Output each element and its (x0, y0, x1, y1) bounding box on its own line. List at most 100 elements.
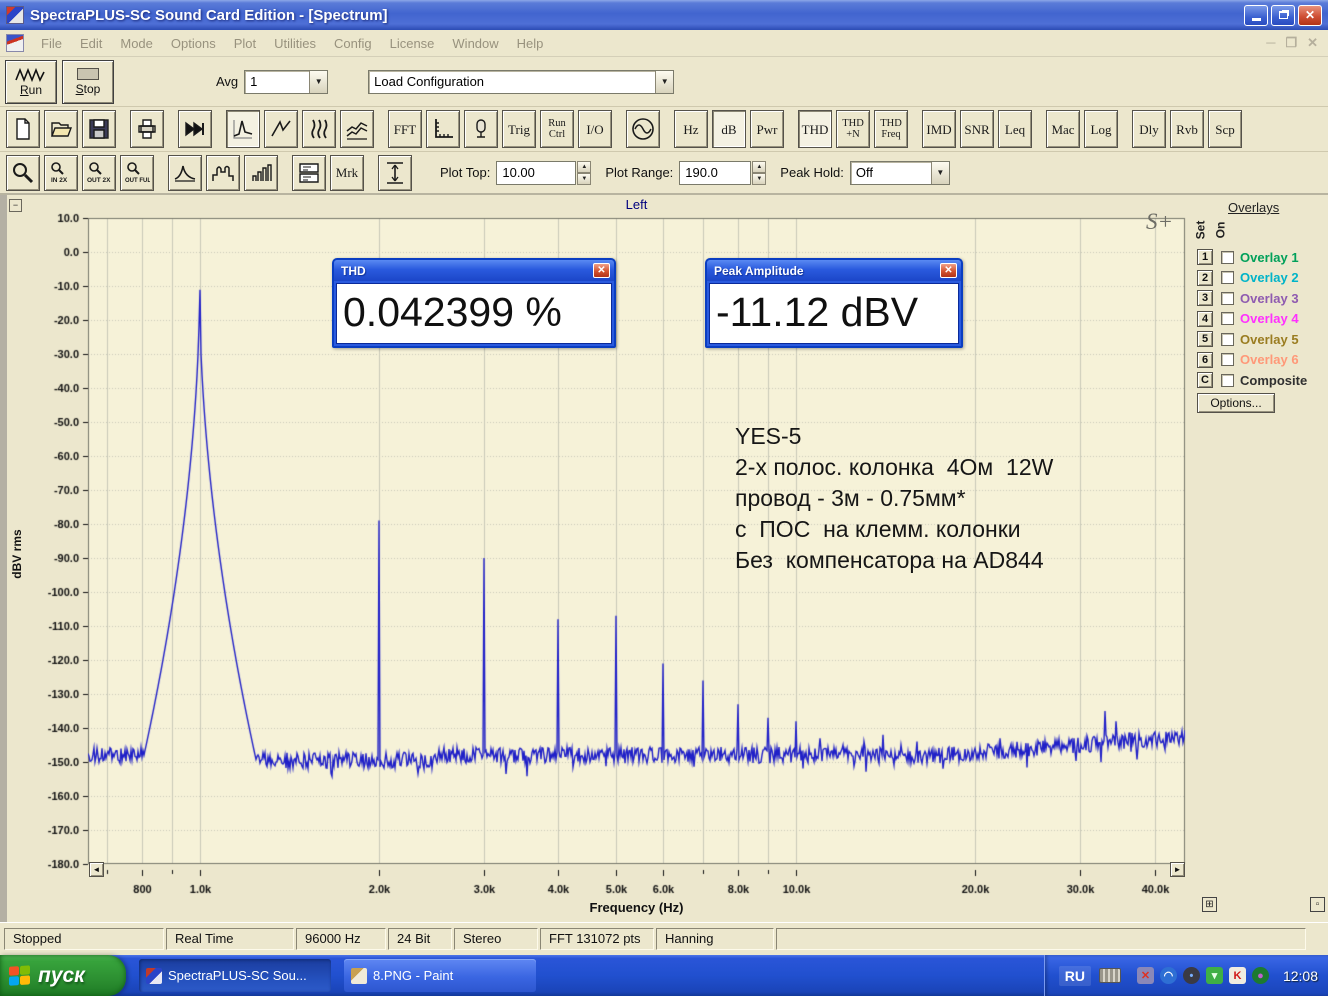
thd-window-titlebar[interactable]: THD ✕ (334, 260, 614, 281)
reverb-button[interactable]: Rvb (1170, 110, 1204, 148)
menu-item-window[interactable]: Window (443, 32, 507, 55)
plot-range-input[interactable]: 190.0 (679, 160, 752, 185)
menu-item-license[interactable]: License (381, 32, 444, 55)
waveform-view-button[interactable] (264, 110, 298, 148)
menu-item-config[interactable]: Config (325, 32, 381, 55)
scaling-button[interactable] (426, 110, 460, 148)
new-file-button[interactable] (6, 110, 40, 148)
log-button[interactable]: Log (1084, 110, 1118, 148)
close-icon[interactable]: ✕ (940, 263, 957, 278)
surface-view-button[interactable] (340, 110, 374, 148)
tray-kaspersky-icon[interactable]: K (1228, 967, 1246, 984)
overlay-on-checkbox-4[interactable] (1221, 312, 1234, 325)
save-button[interactable] (82, 110, 116, 148)
menu-item-edit[interactable]: Edit (71, 32, 111, 55)
overlay-on-checkbox-C[interactable] (1221, 373, 1234, 387)
speed-button[interactable] (178, 110, 212, 148)
signal-generator-button[interactable] (626, 110, 660, 148)
thd-button[interactable]: THD (798, 110, 832, 148)
run-button[interactable]: Run (5, 59, 57, 104)
chevron-down-icon[interactable]: ▼ (309, 70, 328, 93)
language-indicator[interactable]: RU (1058, 965, 1091, 986)
taskbar-task-2[interactable]: 8.PNG - Paint (344, 959, 536, 992)
macro-button[interactable]: Mac (1046, 110, 1080, 148)
menu-item-utilities[interactable]: Utilities (265, 32, 325, 55)
mdi-restore-icon[interactable]: ❐ (1285, 35, 1297, 51)
peak-hold-select[interactable]: Off ▼ (849, 160, 950, 185)
thd-n-button[interactable]: THD +N (836, 110, 870, 148)
restore-button[interactable] (1271, 4, 1295, 26)
minimize-button[interactable] (1244, 4, 1268, 26)
overlay-set-button-2[interactable]: 2 (1197, 269, 1213, 286)
overlay-on-checkbox-5[interactable] (1221, 332, 1234, 346)
tray-update-icon[interactable]: ▾ (1205, 967, 1223, 984)
zoom-button[interactable] (6, 154, 40, 191)
overlay-on-checkbox-3[interactable] (1221, 291, 1234, 305)
start-button[interactable]: пуск (0, 955, 126, 996)
tray-monitor-icon[interactable]: ● (1251, 967, 1269, 984)
thd-freq-button[interactable]: THD Freq (874, 110, 908, 148)
open-file-button[interactable] (44, 110, 78, 148)
menu-item-mode[interactable]: Mode (111, 32, 162, 55)
avg-select[interactable]: 1 ▼ (244, 69, 329, 94)
scope-button[interactable]: Scp (1208, 110, 1242, 148)
io-device-button[interactable]: I/O (578, 110, 612, 148)
range-cursor-button[interactable] (378, 154, 412, 191)
keyboard-icon[interactable] (1098, 968, 1121, 983)
hz-button[interactable]: Hz (674, 110, 708, 148)
overlay-set-button-4[interactable]: 4 (1197, 310, 1213, 327)
tray-network-error-icon[interactable]: ✕ (1136, 967, 1154, 984)
plot-range-stepper[interactable]: ▲ ▼ (752, 160, 767, 185)
overlay-set-button-3[interactable]: 3 (1197, 290, 1213, 306)
scroll-right-button[interactable]: ► (1170, 862, 1185, 877)
overlay-on-checkbox-1[interactable] (1221, 250, 1234, 264)
zoom-in-2x-button[interactable]: IN 2X (44, 154, 78, 191)
zoom-out-2x-button[interactable]: OUT 2X (82, 154, 116, 191)
plot-top-stepper[interactable]: ▲ ▼ (577, 160, 592, 185)
marker-button[interactable]: Mrk (330, 154, 364, 191)
spectrogram-view-button[interactable] (302, 110, 336, 148)
tray-volume-icon[interactable]: • (1182, 967, 1200, 984)
mdi-minimize-icon[interactable]: ─ (1266, 35, 1275, 51)
overlay-options-button[interactable]: Options... (1197, 393, 1275, 413)
pwr-button[interactable]: Pwr (750, 110, 784, 148)
overlay-set-button-5[interactable]: 5 (1197, 331, 1213, 347)
menu-item-options[interactable]: Options (162, 32, 225, 55)
overlay-set-button-1[interactable]: 1 (1197, 249, 1213, 265)
print-button[interactable] (130, 110, 164, 148)
load-configuration-select[interactable]: Load Configuration ▼ (368, 69, 675, 94)
overlay-on-checkbox-2[interactable] (1221, 271, 1234, 284)
close-icon[interactable]: ✕ (593, 263, 610, 278)
calibration-button[interactable] (464, 110, 498, 148)
overlay-on-checkbox-6[interactable] (1221, 353, 1234, 366)
menu-item-help[interactable]: Help (508, 32, 553, 55)
peak-plot-button[interactable] (168, 154, 202, 191)
trigger-button[interactable]: Trig (502, 110, 536, 148)
leq-button[interactable]: Leq (998, 110, 1032, 148)
close-button[interactable]: ✕ (1298, 4, 1322, 26)
mdi-close-icon[interactable]: ✕ (1307, 35, 1318, 51)
line-plot-button[interactable] (206, 154, 240, 191)
snr-button[interactable]: SNR (960, 110, 994, 148)
zoom-out-full-button[interactable]: OUT FUL (120, 154, 154, 191)
bar-plot-button[interactable] (244, 154, 278, 191)
overlay-set-button-C[interactable]: C (1197, 372, 1213, 388)
taskbar-task-1[interactable]: SpectraPLUS-SC Sou... (139, 959, 331, 992)
menu-item-file[interactable]: File (32, 32, 71, 55)
stop-button[interactable]: Stop (62, 59, 114, 104)
spectrum-view-button[interactable] (226, 110, 260, 148)
imd-button[interactable]: IMD (922, 110, 956, 148)
control-panel-button[interactable] (292, 154, 326, 191)
chevron-down-icon[interactable]: ▼ (655, 70, 674, 93)
delay-button[interactable]: Dly (1132, 110, 1166, 148)
menu-item-plot[interactable]: Plot (225, 32, 265, 55)
tray-globe-icon[interactable]: ◠ (1159, 967, 1177, 984)
db-button[interactable]: dB (712, 110, 746, 148)
overlay-set-button-6[interactable]: 6 (1197, 351, 1213, 368)
fft-settings-button[interactable]: FFT (388, 110, 422, 148)
chevron-down-icon[interactable]: ▼ (930, 161, 949, 184)
run-control-button[interactable]: Run Ctrl (540, 110, 574, 148)
peak-window-titlebar[interactable]: Peak Amplitude ✕ (707, 260, 961, 281)
plot-top-input[interactable]: 10.00 (496, 160, 577, 185)
scroll-left-button[interactable]: ◄ (89, 862, 104, 877)
